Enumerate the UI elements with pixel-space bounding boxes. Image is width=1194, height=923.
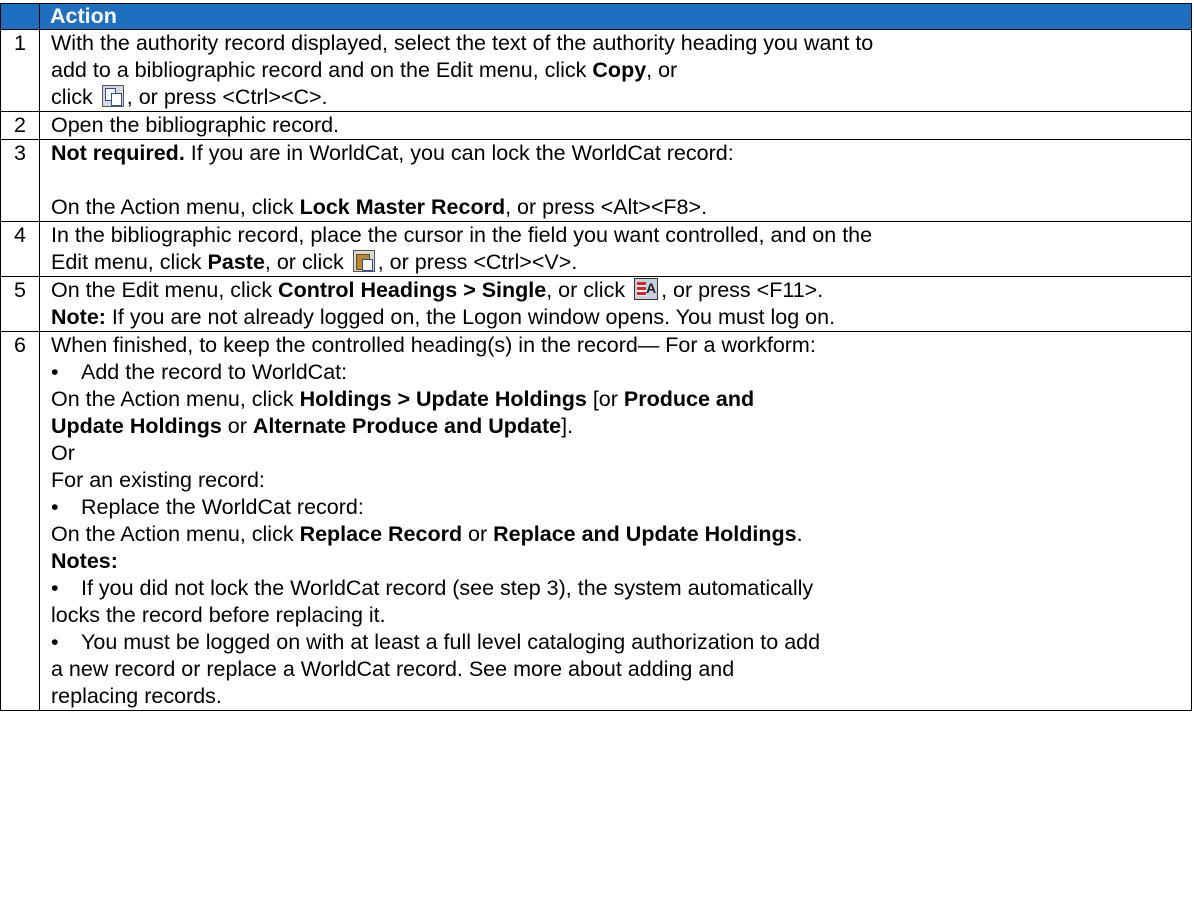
header-num xyxy=(0,3,40,30)
step-text: For an existing record: xyxy=(51,468,265,492)
list-item: Replace the WorldCat record: xyxy=(51,494,1187,521)
command-control-headings: Control Headings > Single xyxy=(278,278,547,302)
step-action: Open the bibliographic record. xyxy=(39,111,1192,140)
table-row: 1 With the authority record displayed, s… xyxy=(0,29,1192,112)
list-item: If you did not lock the WorldCat record … xyxy=(51,575,1187,602)
step-text: a new record or replace a WorldCat recor… xyxy=(51,657,735,681)
header-action: Action xyxy=(39,3,1192,30)
step-action: In the bibliographic record, place the c… xyxy=(39,221,1192,277)
step-text: replacing records. xyxy=(51,684,222,708)
step-text: Update Holdings or Alternate Produce and… xyxy=(51,414,574,438)
step-number: 6 xyxy=(0,331,40,711)
step-number: 5 xyxy=(0,276,40,332)
command-copy: Copy xyxy=(592,58,647,82)
step-note: Note: If you are not already logged on, … xyxy=(51,305,836,329)
list-item: Add the record to WorldCat: xyxy=(51,359,1187,386)
table-row: 6 When finished, to keep the controlled … xyxy=(0,331,1192,711)
step-text: click , or press <Ctrl><C>. xyxy=(51,85,328,109)
step-text: add to a bibliographic record and on the… xyxy=(51,58,678,82)
step-action: On the Edit menu, click Control Headings… xyxy=(39,276,1192,332)
step-action: With the authority record displayed, sel… xyxy=(39,29,1192,112)
command-lock-master-record: Lock Master Record xyxy=(299,195,506,219)
table-row: 5 On the Edit menu, click Control Headin… xyxy=(0,276,1192,332)
table-row: 4 In the bibliographic record, place the… xyxy=(0,221,1192,277)
header-row: Action xyxy=(0,3,1192,30)
step-text: On the Action menu, click Lock Master Re… xyxy=(51,195,708,219)
paste-icon xyxy=(352,250,375,272)
step-text: With the authority record displayed, sel… xyxy=(51,31,874,55)
step-number: 3 xyxy=(0,139,40,222)
procedure-table: Action 1 With the authority record displ… xyxy=(0,3,1192,711)
step-text: Open the bibliographic record. xyxy=(51,113,340,137)
command-paste: Paste xyxy=(207,250,265,274)
table-row: 2 Open the bibliographic record. xyxy=(0,111,1192,140)
step-text: When finished, to keep the controlled he… xyxy=(51,333,816,357)
table-row: 3 Not required. If you are in WorldCat, … xyxy=(0,139,1192,222)
notes-heading: Notes: xyxy=(51,549,118,573)
step-action: When finished, to keep the controlled he… xyxy=(39,331,1192,711)
step-number: 4 xyxy=(0,221,40,277)
list-item: You must be logged on with at least a fu… xyxy=(51,629,1187,656)
step-number: 2 xyxy=(0,111,40,140)
step-text: Or xyxy=(51,441,75,465)
step-text: In the bibliographic record, place the c… xyxy=(51,223,873,247)
step-text: On the Edit menu, click Control Headings… xyxy=(51,277,1187,304)
step-text: locks the record before replacing it. xyxy=(51,603,386,627)
step-action: Not required. If you are in WorldCat, yo… xyxy=(39,139,1192,222)
step-text: Edit menu, click Paste, or click , or pr… xyxy=(51,250,578,274)
step-number: 1 xyxy=(0,29,40,112)
control-headings-icon xyxy=(634,278,659,300)
copy-icon xyxy=(101,85,124,107)
step-text: Not required. If you are in WorldCat, yo… xyxy=(51,141,734,165)
step-text: On the Action menu, click Replace Record… xyxy=(51,522,803,546)
step-text: On the Action menu, click Holdings > Upd… xyxy=(51,387,755,411)
